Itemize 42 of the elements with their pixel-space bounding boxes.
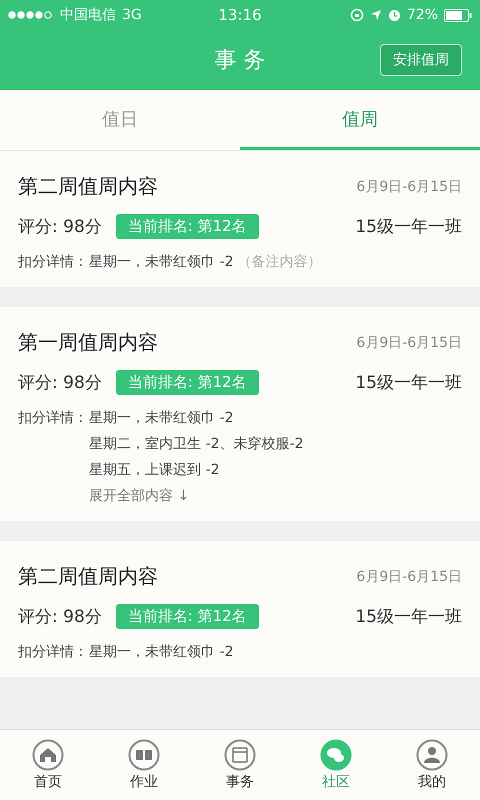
nav-label[interactable]: 我的	[418, 773, 446, 791]
deduction-item: 星期一，未带红领巾 -2	[89, 253, 234, 271]
card-title: 第二周值周内容	[18, 173, 158, 200]
nav-label[interactable]: 社区	[322, 773, 350, 791]
card-title: 第一周值周内容	[18, 329, 158, 356]
schedule-duty-button[interactable]: 安排值周	[380, 44, 462, 76]
date-range: 6月9日-6月15日	[356, 568, 462, 586]
rotation-lock-icon	[350, 8, 364, 22]
score-text: 评分: 98分	[18, 372, 102, 394]
network-type: 3G	[122, 7, 142, 23]
deduction-item: 星期一，未带红领巾 -2	[89, 409, 234, 427]
battery-icon	[444, 8, 472, 22]
signal-icon	[8, 11, 54, 19]
alarm-icon	[388, 8, 401, 22]
date-range: 6月9日-6月15日	[356, 334, 462, 352]
battery-percent: 72%	[406, 7, 438, 23]
tab[interactable]: 值日	[0, 90, 240, 150]
deduction-label: 扣分详情 :	[18, 253, 84, 271]
rank-badge: 当前排名: 第12名	[116, 370, 259, 395]
rank-badge: 当前排名: 第12名	[116, 604, 259, 629]
status-time: 13:16	[218, 6, 262, 24]
deduction-label: 扣分详情 :	[18, 643, 84, 661]
class-name: 15级一年一班	[355, 606, 462, 628]
nav-label[interactable]: 作业	[130, 773, 158, 791]
rank-badge: 当前排名: 第12名	[116, 214, 259, 239]
deduction-item: 星期一，未带红领巾 -2	[89, 643, 234, 661]
page-title: 事 务	[214, 47, 266, 75]
expand-link[interactable]: 展开全部内容 ↓	[89, 487, 190, 505]
deduction-label: 扣分详情 :	[18, 409, 84, 427]
deduction-item: 星期五，上课迟到 -2	[89, 461, 220, 479]
date-range: 6月9日-6月15日	[356, 178, 462, 196]
location-icon	[370, 9, 382, 21]
nav-label[interactable]: 首页	[34, 773, 62, 791]
note-text: （备注内容）	[238, 253, 322, 271]
score-text: 评分: 98分	[18, 606, 102, 628]
carrier-name: 中国电信	[60, 6, 116, 24]
class-name: 15级一年一班	[355, 216, 462, 238]
deduction-item: 星期二，室内卫生 -2、未穿校服-2	[89, 435, 304, 453]
class-name: 15级一年一班	[355, 372, 462, 394]
nav-label[interactable]: 事务	[226, 773, 254, 791]
score-text: 评分: 98分	[18, 216, 102, 238]
card-title: 第二周值周内容	[18, 563, 158, 590]
